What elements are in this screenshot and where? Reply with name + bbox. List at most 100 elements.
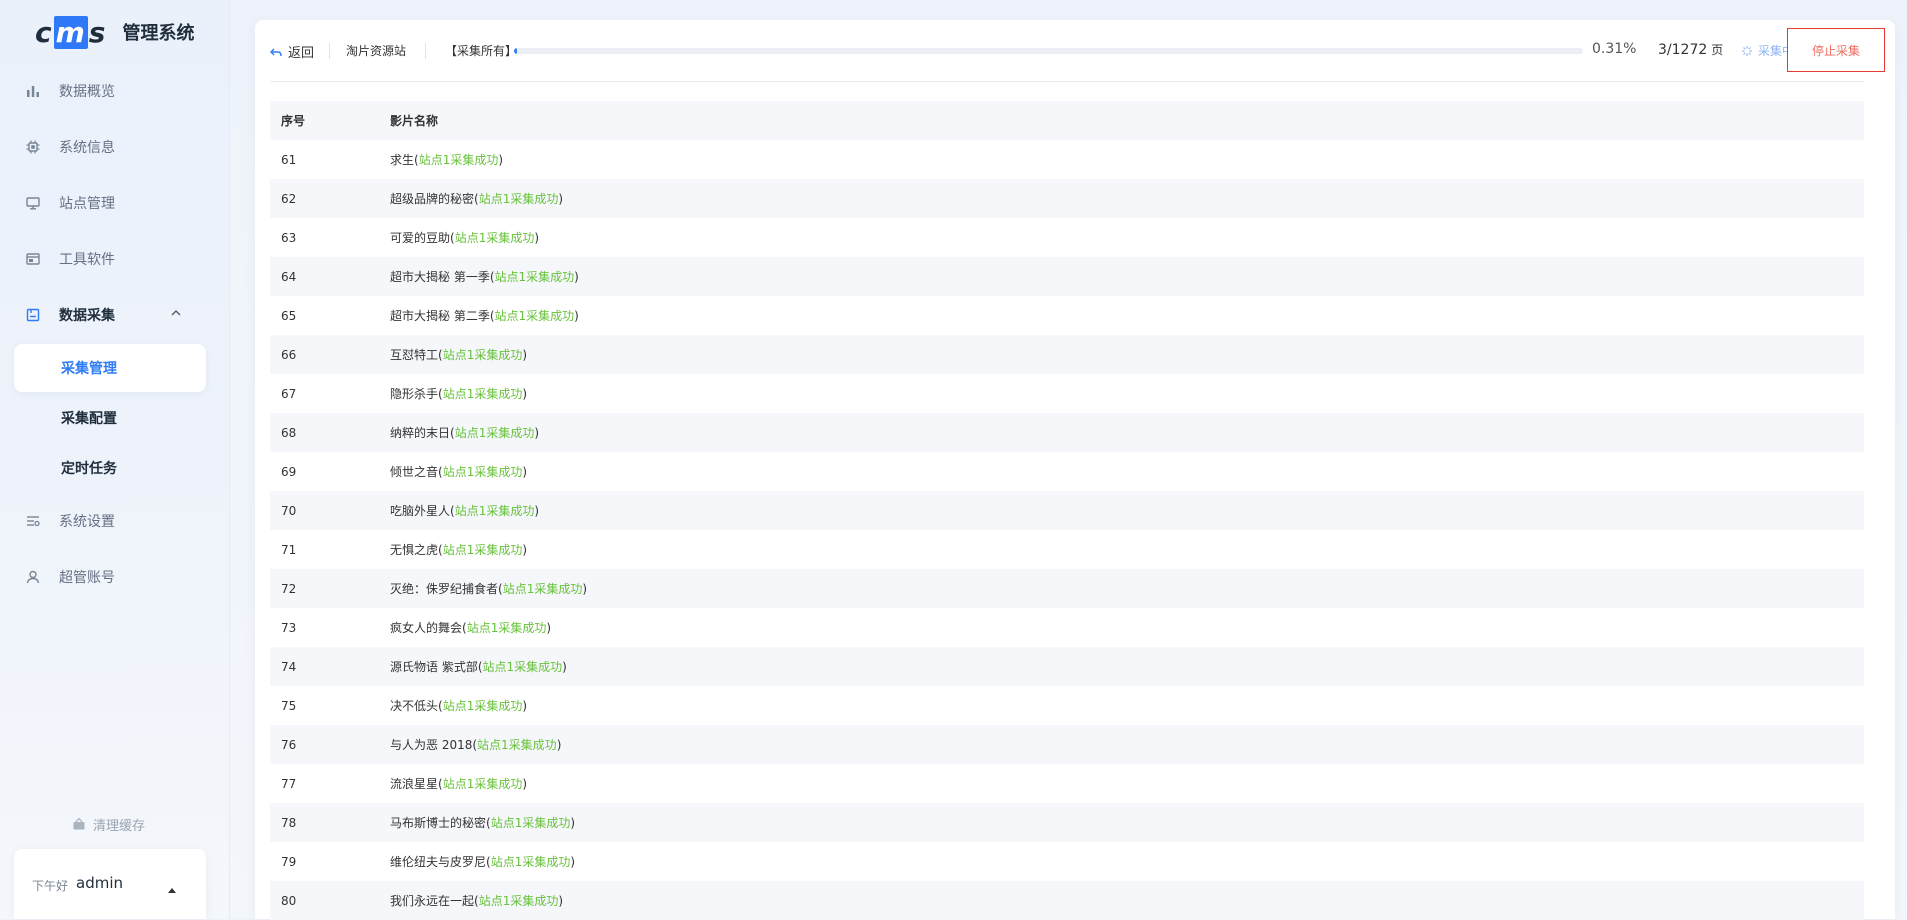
collect-status: 站点1采集成功: [418, 153, 499, 167]
paren-close: ): [534, 504, 540, 518]
sidebar-item-label: 工具软件: [59, 252, 115, 268]
page-counter: 3/1272 页: [1658, 41, 1723, 58]
collect-progress-bar: [514, 48, 1583, 54]
row-title-cell: 源氏物语 紫式部(站点1采集成功): [390, 658, 1864, 675]
sidebar-subitem-scheduled-tasks[interactable]: 定时任务: [14, 444, 206, 492]
back-arrow-icon: [270, 46, 282, 58]
paren-close: ): [522, 699, 528, 713]
greeting-text: 下午好: [32, 879, 69, 893]
caret-up-icon[interactable]: [167, 879, 177, 893]
paren-close: ): [522, 777, 528, 791]
movie-title: 与人为恶 2018: [390, 738, 473, 752]
sidebar-item-label: 系统信息: [59, 140, 115, 156]
sidebar-item-tools[interactable]: 工具软件: [25, 243, 195, 275]
collect-status: 站点1采集成功: [442, 777, 523, 791]
row-title-cell: 超市大揭秘 第二季(站点1采集成功): [390, 307, 1864, 324]
row-index: 65: [281, 308, 297, 323]
sidebar-item-system-info[interactable]: 系统信息: [25, 131, 195, 163]
collect-status: 站点1采集成功: [442, 543, 523, 557]
row-title-cell: 可爱的豆助(站点1采集成功): [390, 229, 1864, 246]
movie-title: 灭绝：侏罗纪捕食者: [390, 582, 499, 596]
sidebar-subitem-collect-management[interactable]: 采集管理: [14, 344, 206, 392]
table-row: 76 与人为恶 2018(站点1采集成功): [270, 725, 1864, 764]
sidebar-item-data-collection[interactable]: 数据采集: [25, 299, 195, 331]
collect-status: 站点1采集成功: [442, 348, 523, 362]
paren-close: ): [522, 348, 528, 362]
page-unit: 页: [1711, 43, 1724, 57]
row-title-cell: 疯女人的舞会(站点1采集成功): [390, 619, 1864, 636]
sidebar-item-site-management[interactable]: 站点管理: [25, 187, 195, 219]
paren-close: ): [546, 621, 552, 635]
row-title-cell: 隐形杀手(站点1采集成功): [390, 385, 1864, 402]
save-download-icon: [25, 307, 41, 323]
paren-close: ): [534, 426, 540, 440]
sidebar-item-label: 站点管理: [59, 196, 115, 212]
collect-status: 站点1采集成功: [454, 231, 535, 245]
stop-collect-button[interactable]: 停止采集: [1787, 28, 1885, 72]
table-row: 78 马布斯博士的秘密(站点1采集成功): [270, 803, 1864, 842]
clear-cache-button[interactable]: 清理缓存: [72, 814, 145, 834]
movie-title: 纳粹的末日: [390, 426, 451, 440]
row-index: 80: [281, 893, 297, 908]
table-row: 66 互怼特工(站点1采集成功): [270, 335, 1864, 374]
movie-title: 流浪星星: [390, 777, 439, 791]
table-row: 73 疯女人的舞会(站点1采集成功): [270, 608, 1864, 647]
back-button[interactable]: 返回: [270, 42, 314, 61]
app-root: cms 管理系统 数据概览 系统信息 站点管理 工具软件 数据采集 采集管理 采…: [0, 0, 1907, 920]
sidebar-item-system-settings[interactable]: 系统设置: [25, 505, 195, 537]
row-index: 79: [281, 854, 297, 869]
movie-title: 源氏物语 紫式部: [390, 660, 478, 674]
row-index: 70: [281, 503, 297, 518]
row-title-cell: 纳粹的末日(站点1采集成功): [390, 424, 1864, 441]
collect-status: 站点1采集成功: [442, 699, 523, 713]
collect-status: 站点1采集成功: [454, 504, 535, 518]
row-index: 77: [281, 776, 297, 791]
row-index: 76: [281, 737, 297, 752]
table-row: 74 源氏物语 紫式部(站点1采集成功): [270, 647, 1864, 686]
collect-status: 站点1采集成功: [454, 426, 535, 440]
paren-close: ): [558, 894, 564, 908]
source-name: 淘片资源站: [346, 44, 407, 58]
row-title-cell: 无惧之虎(站点1采集成功): [390, 541, 1864, 558]
row-index: 64: [281, 269, 297, 284]
collect-status: 站点1采集成功: [466, 621, 547, 635]
sidebar-subitem-collect-config[interactable]: 采集配置: [14, 394, 206, 442]
sidebar-item-label: 数据采集: [59, 308, 115, 324]
monitor-icon: [25, 195, 41, 211]
user-card[interactable]: 下午好 admin: [14, 849, 206, 919]
movie-title: 我们永远在一起: [390, 894, 475, 908]
movie-title: 求生: [390, 153, 415, 167]
row-title-cell: 与人为恶 2018(站点1采集成功): [390, 736, 1864, 753]
sidebar-item-data-overview[interactable]: 数据概览: [25, 75, 195, 107]
table-row: 67 隐形杀手(站点1采集成功): [270, 374, 1864, 413]
row-title-cell: 超市大揭秘 第一季(站点1采集成功): [390, 268, 1864, 285]
logo-mark: cms: [35, 15, 107, 49]
row-index: 72: [281, 581, 297, 596]
main-panel: 返回 淘片资源站 【采集所有】 0.31% 3/1272 页 采集中 停止采集 序…: [255, 20, 1895, 920]
table-header: 序号 影片名称: [270, 101, 1864, 140]
movie-title: 互怼特工: [390, 348, 439, 362]
table-row: 75 决不低头(站点1采集成功): [270, 686, 1864, 725]
column-header-title: 影片名称: [390, 114, 439, 128]
row-index: 66: [281, 347, 297, 362]
row-title-cell: 灭绝：侏罗纪捕食者(站点1采集成功): [390, 580, 1864, 597]
collect-status: 站点1采集成功: [482, 660, 563, 674]
collect-status: 站点1采集成功: [490, 855, 571, 869]
collect-status: 站点1采集成功: [502, 582, 583, 596]
spinner-icon: [1741, 45, 1753, 57]
username: admin: [76, 874, 123, 892]
sidebar-item-admin-account[interactable]: 超管账号: [25, 561, 195, 593]
collect-toolbar: 返回 淘片资源站 【采集所有】 0.31% 3/1272 页 采集中 停止采集: [255, 20, 1895, 80]
sidebar: cms 管理系统 数据概览 系统信息 站点管理 工具软件 数据采集 采集管理 采…: [0, 0, 230, 919]
table-row: 65 超市大揭秘 第二季(站点1采集成功): [270, 296, 1864, 335]
toolbar-separator: [270, 81, 1864, 82]
toolbar-divider: [329, 43, 330, 59]
table-row: 70 吃脑外星人(站点1采集成功): [270, 491, 1864, 530]
movie-title: 可爱的豆助: [390, 231, 451, 245]
table-row: 68 纳粹的末日(站点1采集成功): [270, 413, 1864, 452]
table-row: 79 维伦纽夫与皮罗尼(站点1采集成功): [270, 842, 1864, 881]
movie-title: 吃脑外星人: [390, 504, 451, 518]
row-index: 67: [281, 386, 297, 401]
basket-icon: [72, 817, 86, 831]
collect-status: 站点1采集成功: [494, 270, 575, 284]
